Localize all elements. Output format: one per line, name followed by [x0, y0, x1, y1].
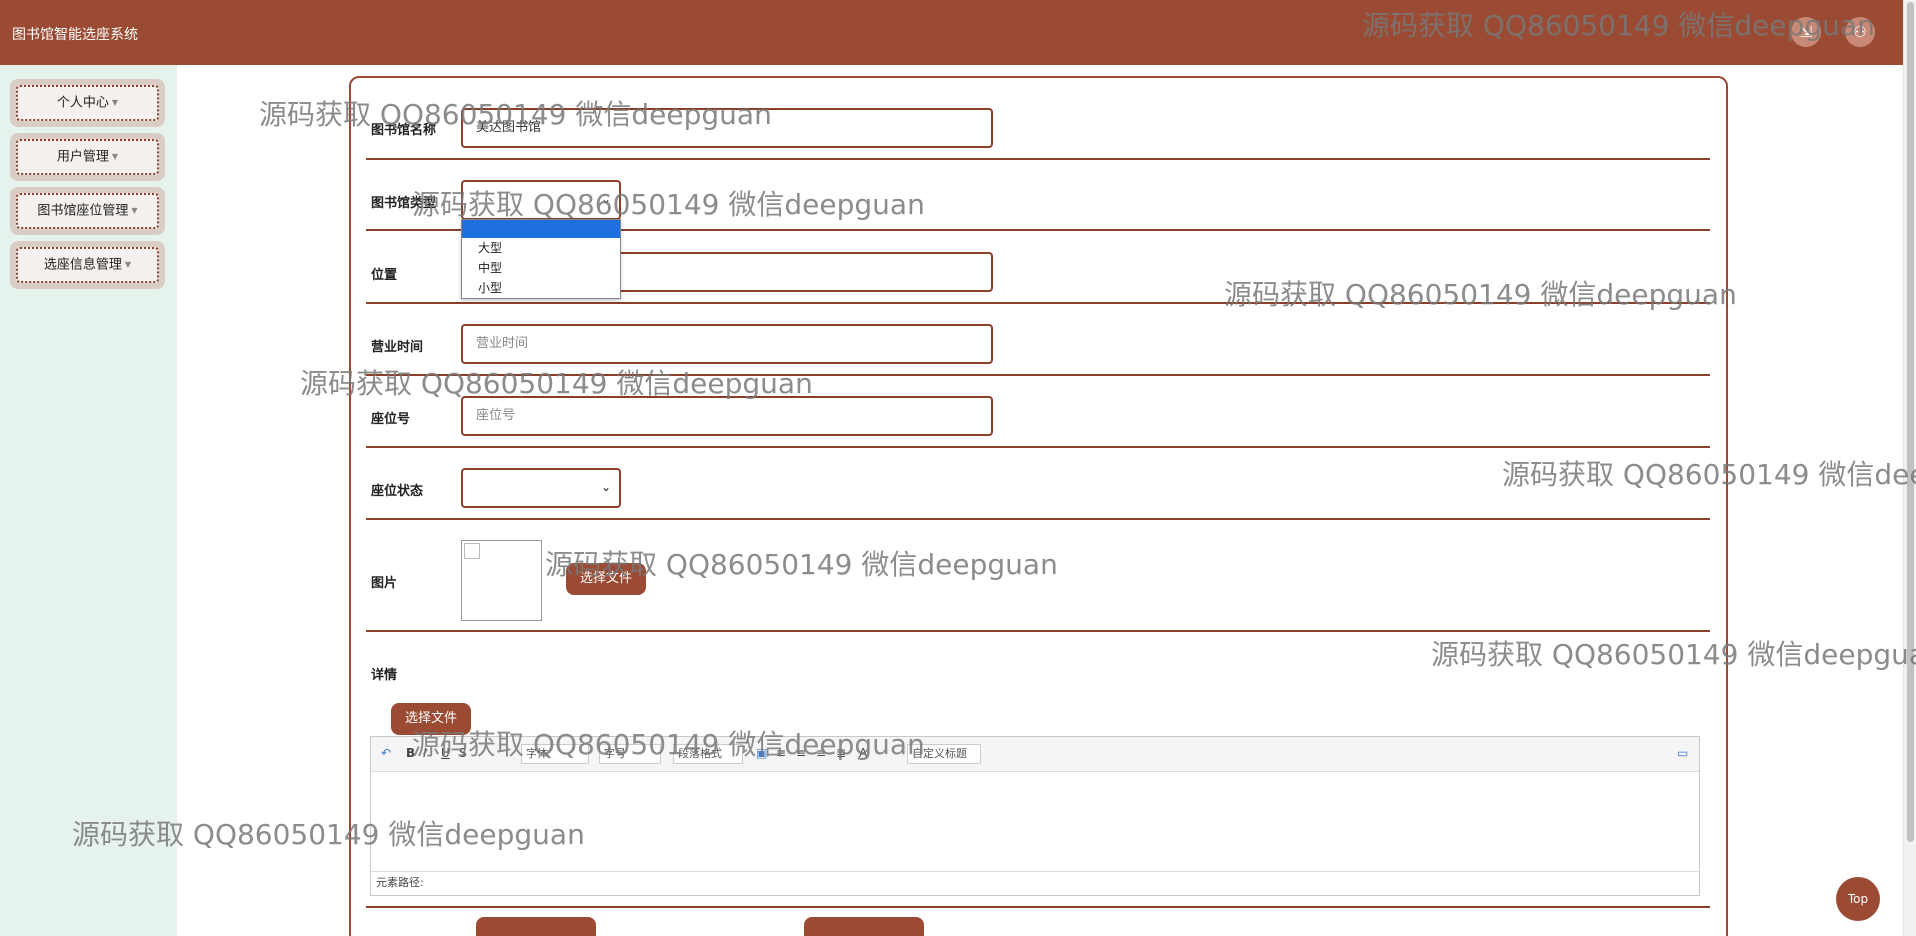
scrollbar-thumb[interactable] [1907, 2, 1914, 842]
seat-status-label: 座位状态 [371, 484, 424, 499]
watermark: 源码获取 QQ86050149 微信deepguan [1362, 9, 1875, 42]
sidebar-item-user-management[interactable]: 用户管理 ▼ [10, 133, 165, 181]
sidebar-item-label: 个人中心 [56, 95, 109, 111]
image-preview [461, 540, 542, 621]
seat-no-label: 座位号 [371, 412, 411, 427]
chevron-down-icon: ▼ [131, 206, 138, 215]
watermark: 源码获取 QQ86050149 微信deepguan [1502, 458, 1916, 491]
seat-no-input[interactable]: 座位号 [461, 396, 993, 436]
row-divider [366, 158, 1710, 160]
undo-icon[interactable]: ↶ [381, 746, 391, 760]
row-divider [366, 906, 1710, 908]
watermark: 源码获取 QQ86050149 微信deepguan [412, 188, 925, 221]
broken-image-icon [464, 543, 480, 559]
hours-label: 营业时间 [371, 340, 424, 355]
element-path: 元素路径: [371, 871, 1699, 895]
fullscreen-icon[interactable]: ▭ [1677, 746, 1688, 760]
row-divider [366, 630, 1710, 632]
app-title: 图书馆智能选座系统 [12, 27, 138, 43]
chevron-down-icon: ▼ [111, 152, 119, 161]
sidebar-item-label: 图书馆座位管理 [37, 203, 129, 219]
watermark: 源码获取 QQ86050149 微信deepguan [1431, 638, 1916, 671]
back-to-top-button[interactable]: Top [1836, 877, 1880, 921]
row-divider [366, 446, 1710, 448]
submit-button[interactable] [476, 917, 596, 936]
image-label: 图片 [371, 576, 398, 591]
hours-input[interactable]: 营业时间 [461, 324, 993, 364]
dropdown-option[interactable]: 中型 [462, 258, 620, 278]
chevron-down-icon: ⌄ [600, 480, 611, 494]
cancel-button[interactable] [804, 917, 924, 936]
watermark: 源码获取 QQ86050149 微信deepguan [300, 367, 813, 400]
watermark: 源码获取 QQ86050149 微信deepguan [1224, 278, 1737, 311]
watermark: 源码获取 QQ86050149 微信deepguan [412, 728, 925, 761]
watermark: 源码获取 QQ86050149 微信deepguan [259, 98, 772, 131]
chevron-down-icon: ▼ [124, 260, 132, 269]
dropdown-option[interactable]: 小型 [462, 278, 620, 298]
seat-status-select[interactable]: ⌄ [461, 468, 621, 508]
sidebar-item-label: 选座信息管理 [43, 257, 122, 273]
watermark: 源码获取 QQ86050149 微信deepguan [545, 548, 1058, 581]
location-label: 位置 [371, 268, 398, 283]
sidebar-item-seat-management[interactable]: 图书馆座位管理 ▼ [10, 187, 165, 235]
sidebar-item-personal-center[interactable]: 个人中心 ▼ [10, 79, 165, 127]
row-divider [366, 518, 1710, 520]
dropdown-option[interactable]: 大型 [462, 238, 620, 258]
library-type-dropdown[interactable]: 大型 中型 小型 [461, 219, 621, 299]
chevron-down-icon: ▼ [111, 98, 119, 107]
sidebar-item-seat-selection-management[interactable]: 选座信息管理 ▼ [10, 241, 165, 289]
detail-label: 详情 [371, 668, 398, 683]
watermark: 源码获取 QQ86050149 微信deepguan [72, 818, 585, 851]
sidebar-item-label: 用户管理 [56, 149, 109, 165]
